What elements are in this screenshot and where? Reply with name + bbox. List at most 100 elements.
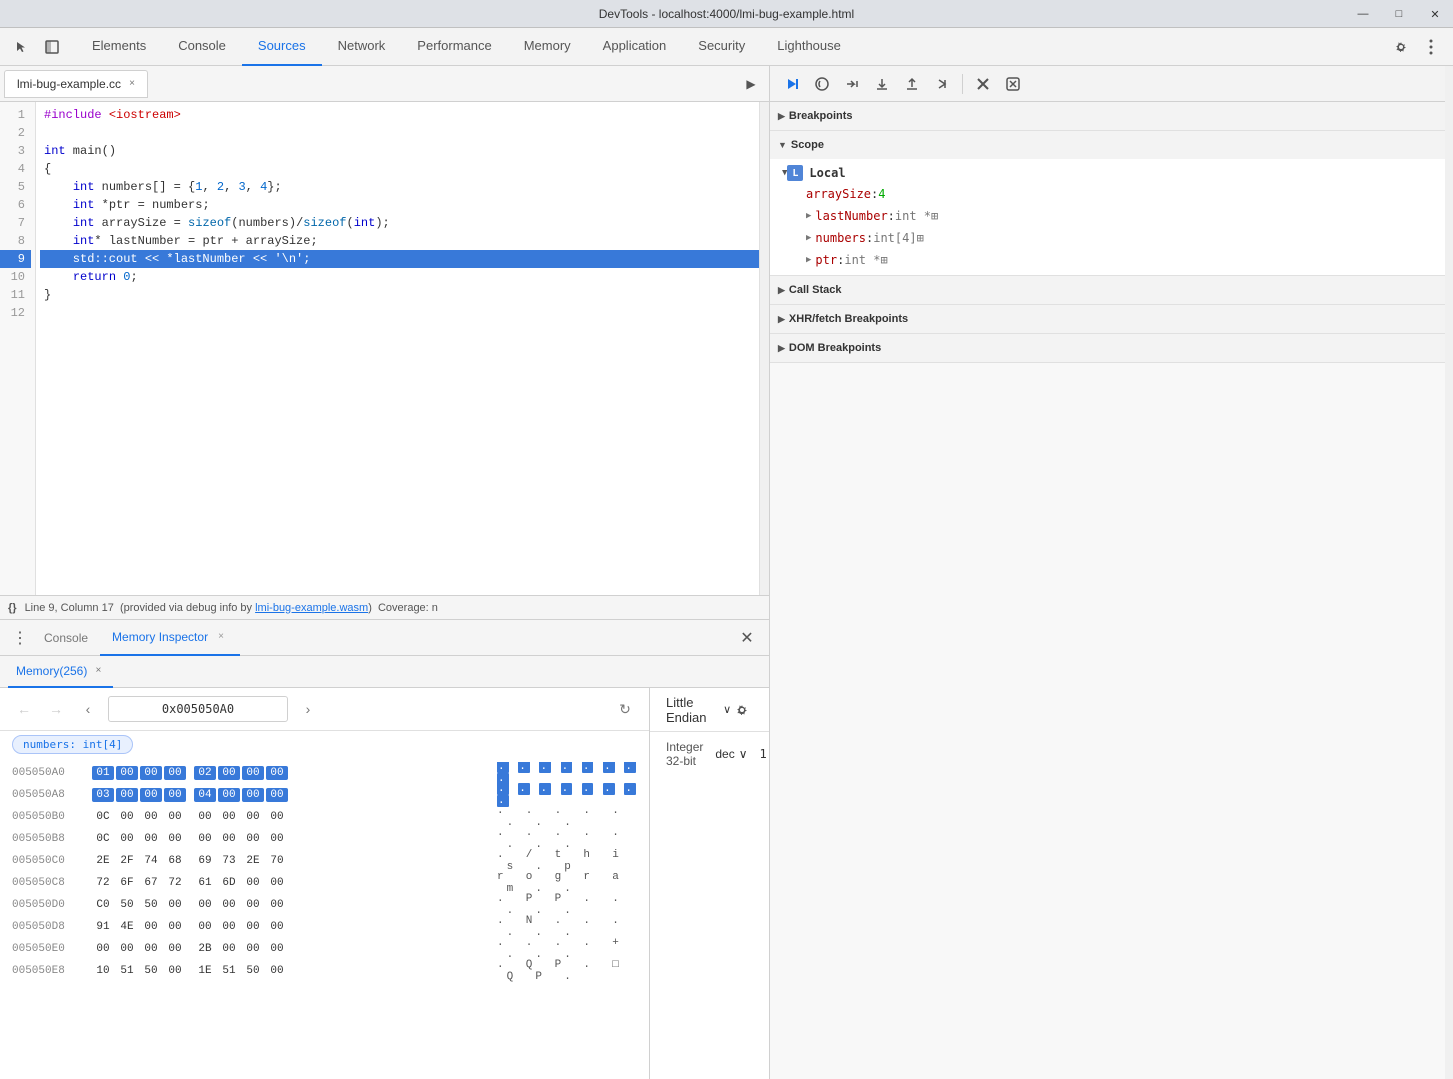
mem-next-btn[interactable]: › (296, 697, 320, 721)
tab-elements[interactable]: Elements (76, 28, 162, 66)
hex-byte[interactable]: 00 (266, 788, 288, 802)
settings-button[interactable] (1387, 33, 1415, 61)
hex-byte[interactable]: 00 (266, 810, 288, 824)
hex-byte[interactable]: 00 (164, 810, 186, 824)
hex-byte[interactable]: 00 (218, 898, 240, 912)
hex-byte[interactable]: 00 (266, 942, 288, 956)
hex-byte[interactable]: 00 (116, 832, 138, 846)
tab-memory[interactable]: Memory (508, 28, 587, 66)
tab-memory-inspector[interactable]: Memory Inspector × (100, 620, 240, 656)
hex-byte[interactable]: 00 (266, 898, 288, 912)
address-input[interactable] (108, 696, 288, 722)
hex-byte[interactable]: 69 (194, 854, 216, 868)
cursor-icon-btn[interactable] (8, 33, 36, 61)
scope-last-number[interactable]: ▶ lastNumber : int *⊞ (770, 205, 1453, 227)
hex-byte[interactable]: 00 (194, 810, 216, 824)
hex-byte[interactable]: 00 (164, 788, 186, 802)
tab-console-bottom[interactable]: Console (32, 620, 100, 656)
step-into-btn[interactable] (868, 70, 896, 98)
tab-performance[interactable]: Performance (401, 28, 507, 66)
hex-byte[interactable]: 00 (116, 942, 138, 956)
hex-byte[interactable]: 2E (242, 854, 264, 868)
memory-inspector-tab-close[interactable]: × (214, 630, 228, 644)
scope-array-size[interactable]: arraySize : 4 (770, 183, 1453, 205)
hex-byte[interactable]: 74 (140, 854, 162, 868)
hex-byte[interactable]: 02 (194, 766, 216, 780)
close-button[interactable]: ✕ (1417, 0, 1453, 28)
hex-byte[interactable]: 2F (116, 854, 138, 868)
deactivate-breakpoints-btn[interactable] (969, 70, 997, 98)
memory-256-tab[interactable]: Memory(256) × (8, 656, 113, 688)
source-tab-close[interactable]: × (125, 77, 139, 91)
endian-selector[interactable]: Little Endian ∨ (666, 695, 731, 725)
hex-byte[interactable]: 00 (218, 942, 240, 956)
hex-byte[interactable]: 50 (140, 898, 162, 912)
more-options-button[interactable] (1417, 33, 1445, 61)
hex-byte[interactable]: 73 (218, 854, 240, 868)
call-stack-header[interactable]: ▶ Call Stack (770, 276, 1453, 304)
mem-data-format-selector[interactable]: dec ∨ (715, 747, 747, 761)
hex-byte[interactable]: 03 (92, 788, 114, 802)
hex-byte[interactable]: 00 (266, 920, 288, 934)
hex-byte[interactable]: 72 (92, 876, 114, 890)
hex-byte[interactable]: 00 (218, 832, 240, 846)
breakpoints-header[interactable]: ▶ Breakpoints (770, 102, 1453, 130)
hex-byte[interactable]: 10 (92, 964, 114, 978)
hex-byte[interactable]: 00 (242, 832, 264, 846)
hex-byte[interactable]: 00 (266, 832, 288, 846)
hex-byte[interactable]: 6F (116, 876, 138, 890)
hex-byte[interactable]: 00 (140, 788, 162, 802)
hex-byte[interactable]: 00 (218, 766, 240, 780)
hex-byte[interactable]: 51 (218, 964, 240, 978)
hex-byte[interactable]: 0C (92, 832, 114, 846)
hex-byte[interactable]: 04 (194, 788, 216, 802)
pause-on-exceptions-btn[interactable] (999, 70, 1027, 98)
hex-byte[interactable]: 00 (164, 964, 186, 978)
hex-byte[interactable]: 72 (164, 876, 186, 890)
hex-byte[interactable]: 2E (92, 854, 114, 868)
hex-byte[interactable]: 00 (92, 942, 114, 956)
hex-byte[interactable]: 00 (140, 942, 162, 956)
code-scrollbar[interactable] (759, 102, 769, 595)
maximize-button[interactable]: □ (1381, 0, 1417, 28)
hex-byte[interactable]: 51 (116, 964, 138, 978)
hex-byte[interactable]: 00 (218, 810, 240, 824)
tab-security[interactable]: Security (682, 28, 761, 66)
scope-ptr[interactable]: ▶ ptr : int *⊞ (770, 249, 1453, 271)
memory-tab-close[interactable]: × (91, 664, 105, 678)
hex-byte[interactable]: 00 (242, 920, 264, 934)
step-over-btn[interactable] (838, 70, 866, 98)
tab-application[interactable]: Application (587, 28, 683, 66)
hex-byte[interactable]: 00 (218, 920, 240, 934)
hex-byte[interactable]: 6D (218, 876, 240, 890)
hex-byte[interactable]: 00 (194, 898, 216, 912)
memory-settings-btn[interactable] (731, 696, 753, 724)
mem-refresh-btn[interactable]: ↻ (613, 697, 637, 721)
hex-byte[interactable]: 61 (194, 876, 216, 890)
hex-byte[interactable]: 00 (140, 766, 162, 780)
hex-byte[interactable]: 4E (116, 920, 138, 934)
tab-lighthouse[interactable]: Lighthouse (761, 28, 857, 66)
hex-byte[interactable]: 1E (194, 964, 216, 978)
tab-console[interactable]: Console (162, 28, 242, 66)
hex-byte[interactable]: C0 (92, 898, 114, 912)
hex-byte[interactable]: 00 (164, 766, 186, 780)
hex-byte[interactable]: 00 (242, 810, 264, 824)
mem-back-btn[interactable]: ← (12, 697, 36, 721)
hex-byte[interactable]: 00 (218, 788, 240, 802)
hex-byte[interactable]: 00 (140, 920, 162, 934)
hex-byte[interactable]: 00 (116, 766, 138, 780)
hex-byte[interactable]: 00 (164, 920, 186, 934)
hex-byte[interactable]: 00 (164, 898, 186, 912)
hex-byte[interactable]: 00 (116, 788, 138, 802)
hex-byte[interactable]: 00 (194, 920, 216, 934)
hex-byte[interactable]: 00 (266, 876, 288, 890)
hex-byte[interactable]: 00 (242, 766, 264, 780)
right-panel-scrollbar[interactable] (1445, 66, 1453, 1079)
wasm-link[interactable]: lmi-bug-example.wasm (255, 602, 368, 614)
source-tab-more[interactable]: ▶ (737, 70, 765, 98)
hex-byte[interactable]: 2B (194, 942, 216, 956)
hex-byte[interactable]: 00 (116, 810, 138, 824)
hex-byte[interactable]: 00 (242, 876, 264, 890)
source-file-tab[interactable]: lmi-bug-example.cc × (4, 70, 148, 98)
